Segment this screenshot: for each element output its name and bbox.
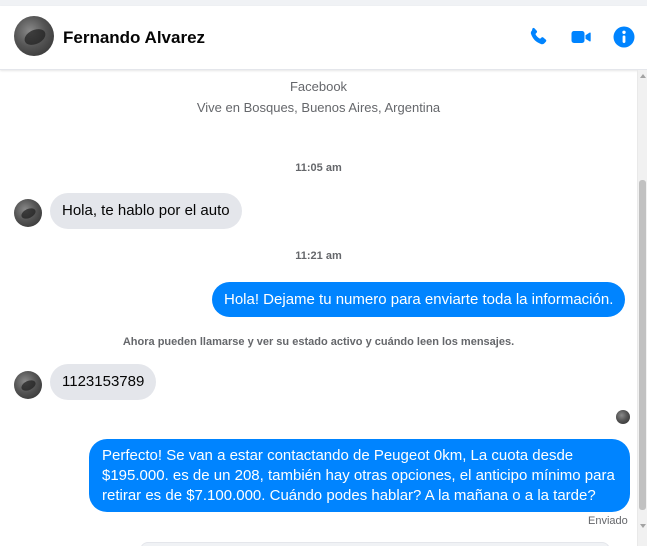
contact-name[interactable]: Fernando Alvarez [63,28,205,48]
chat-header: Fernando Alvarez [0,6,647,70]
incoming-message[interactable]: 1123153789 [50,364,157,400]
info-icon[interactable] [612,25,636,49]
phone-icon[interactable] [526,25,550,49]
timestamp: 11:21 am [295,250,342,262]
message-status: Enviado [588,515,628,527]
outgoing-message[interactable]: Hola! Dejame tu numero para enviarte tod… [212,282,626,317]
sender-avatar[interactable] [14,199,42,227]
seen-indicator-avatar [616,410,630,424]
scroll-up-arrow-icon[interactable] [640,74,646,78]
composer-edge[interactable] [140,542,610,546]
outgoing-message[interactable]: Perfecto! Se van a estar contactando de … [89,439,630,512]
info-icon-graphic [613,26,635,48]
sender-avatar[interactable] [14,371,42,399]
video-camera-icon-graphic [571,31,591,43]
scroll-thumb[interactable] [639,180,646,510]
video-camera-icon[interactable] [569,25,593,49]
contact-avatar[interactable] [14,16,54,56]
scroll-down-arrow-icon[interactable] [640,524,646,528]
phone-icon-graphic [530,27,547,45]
profile-location: Vive en Bosques, Buenos Aires, Argentina [196,100,441,115]
timestamp: 11:05 am [295,162,342,174]
profile-platform: Facebook [289,79,348,94]
message-list-scrollbar[interactable] [637,70,647,546]
incoming-message[interactable]: Hola, te hablo por el auto [50,193,242,229]
connection-notice: Ahora pueden llamarse y ver su estado ac… [122,336,515,348]
